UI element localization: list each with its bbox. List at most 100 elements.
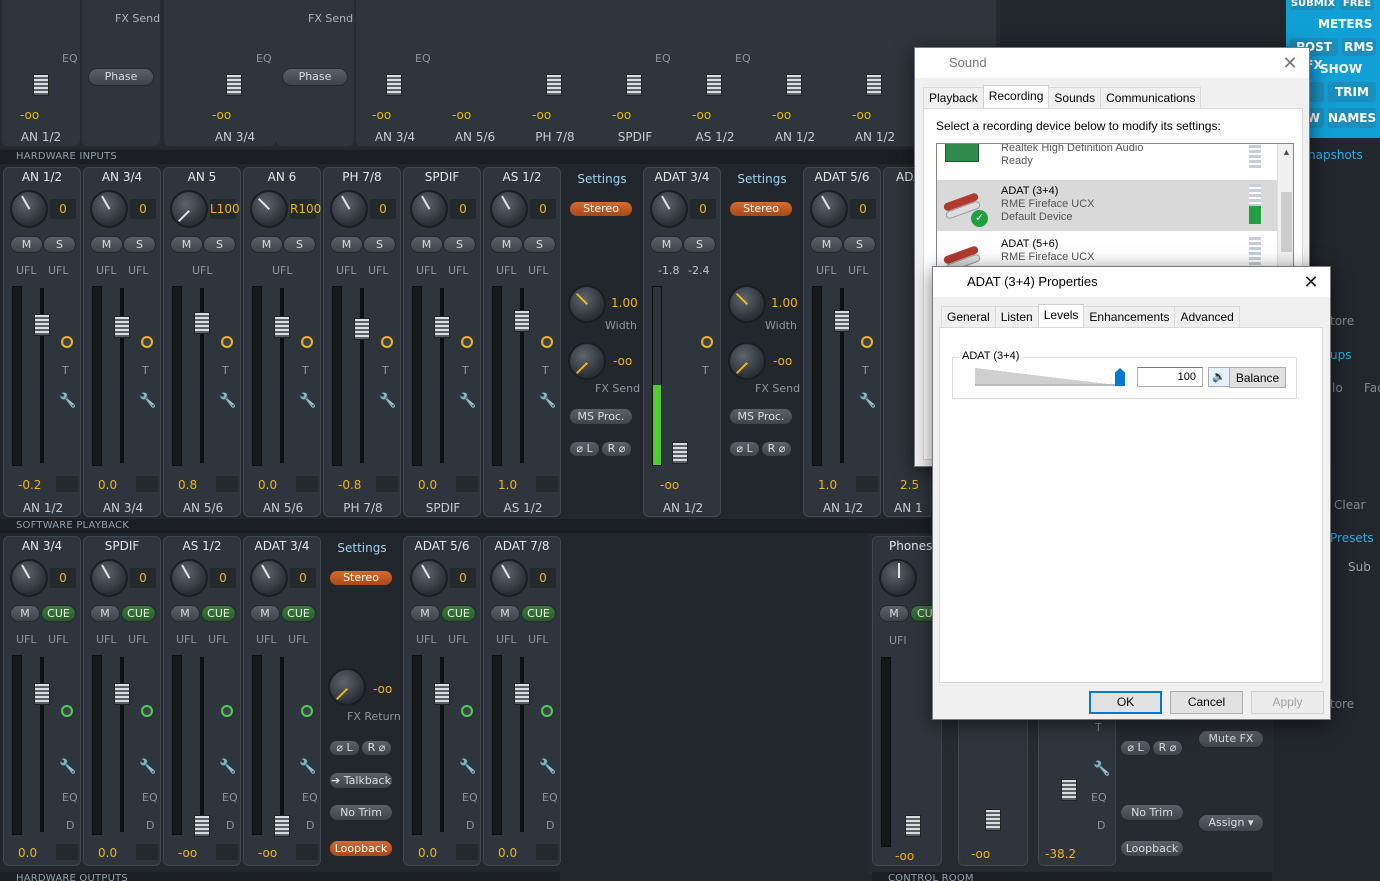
- t-label[interactable]: T: [302, 364, 309, 377]
- wrench-icon[interactable]: 🔧: [459, 393, 476, 409]
- solo-button[interactable]: S: [443, 236, 476, 253]
- solo-button[interactable]: S: [683, 236, 716, 253]
- fader[interactable]: [546, 74, 562, 96]
- ms-proc-button[interactable]: MS Proc.: [569, 408, 633, 425]
- ufl-label[interactable]: UFL: [208, 633, 229, 646]
- fader[interactable]: [706, 74, 722, 96]
- device-item-selected[interactable]: ✓ ADAT (3+4) RME Fireface UCX Default De…: [937, 180, 1277, 231]
- mute-button[interactable]: M: [879, 605, 909, 622]
- pan-knob[interactable]: [10, 190, 48, 228]
- pan-knob[interactable]: [90, 559, 128, 597]
- fader[interactable]: [866, 74, 882, 96]
- eq-label[interactable]: EQ: [1091, 791, 1107, 804]
- fader[interactable]: [1061, 779, 1077, 801]
- ufl-label[interactable]: UFL: [192, 264, 213, 277]
- fader[interactable]: [194, 312, 210, 334]
- dial-left-icon[interactable]: [296, 476, 318, 492]
- eq-label[interactable]: EQ: [62, 791, 78, 804]
- level-slider[interactable]: [975, 366, 1125, 388]
- wrench-icon[interactable]: 🔧: [139, 393, 156, 409]
- wrench-icon[interactable]: 🔧: [59, 759, 76, 775]
- gain-knob[interactable]: [61, 336, 73, 348]
- settings-title[interactable]: Settings: [563, 172, 641, 186]
- dial-left-icon[interactable]: [536, 844, 558, 860]
- phase-left-button[interactable]: ⌀ L: [329, 740, 360, 756]
- cue-button[interactable]: CUE: [201, 605, 236, 622]
- pan-knob[interactable]: [170, 190, 208, 228]
- wrench-icon[interactable]: 🔧: [219, 759, 236, 775]
- wrench-icon[interactable]: 🔧: [1093, 761, 1110, 777]
- mute-button[interactable]: M: [490, 236, 523, 253]
- tab-advanced[interactable]: Advanced: [1174, 306, 1240, 327]
- solo-button[interactable]: S: [523, 236, 556, 253]
- wrench-icon[interactable]: 🔧: [139, 759, 156, 775]
- solo-button[interactable]: S: [363, 236, 396, 253]
- dial-left-icon[interactable]: [216, 844, 238, 860]
- ufl-label[interactable]: UFL: [528, 264, 549, 277]
- phase-left-button[interactable]: ⌀ L: [1120, 740, 1151, 756]
- eq-label[interactable]: EQ: [542, 791, 558, 804]
- speaker-icon[interactable]: 🔉: [1208, 367, 1230, 387]
- dial-left-icon[interactable]: [56, 476, 78, 492]
- no-trim-button[interactable]: No Trim: [329, 804, 393, 821]
- ufl-label[interactable]: UFL: [496, 264, 517, 277]
- gain-knob[interactable]: [701, 336, 713, 348]
- ok-button[interactable]: OK: [1089, 691, 1162, 714]
- dial-left-icon[interactable]: [856, 476, 878, 492]
- submix-button[interactable]: SUBMIX: [1290, 0, 1336, 10]
- gain-knob[interactable]: [461, 705, 473, 717]
- eq-label[interactable]: EQ: [302, 791, 318, 804]
- stereo-button[interactable]: Stereo: [329, 570, 393, 586]
- pan-knob[interactable]: [250, 190, 288, 228]
- close-icon[interactable]: ✕: [1277, 50, 1303, 76]
- pan-knob[interactable]: [250, 559, 288, 597]
- scroll-thumb[interactable]: [1281, 192, 1292, 252]
- ufl-label[interactable]: UFI: [889, 634, 907, 647]
- clear-button[interactable]: Clear: [1334, 498, 1365, 512]
- mute-button[interactable]: M: [170, 236, 203, 253]
- d-label[interactable]: D: [1097, 819, 1105, 832]
- fader[interactable]: [34, 683, 50, 705]
- store-button[interactable]: tore: [1330, 697, 1354, 711]
- pan-knob[interactable]: [490, 559, 528, 597]
- gain-knob[interactable]: [61, 705, 73, 717]
- apply-button[interactable]: Apply: [1251, 691, 1324, 714]
- wrench-icon[interactable]: 🔧: [299, 393, 316, 409]
- gain-knob[interactable]: [461, 336, 473, 348]
- fader[interactable]: [114, 683, 130, 705]
- close-icon[interactable]: ✕: [1298, 269, 1324, 295]
- ufl-label[interactable]: UFL: [448, 633, 469, 646]
- wrench-icon[interactable]: 🔧: [859, 393, 876, 409]
- fx-send-knob[interactable]: [568, 342, 606, 380]
- cue-button[interactable]: CUE: [441, 605, 476, 622]
- mute-button[interactable]: M: [330, 236, 363, 253]
- ufl-label[interactable]: UFL: [128, 264, 149, 277]
- mute-button[interactable]: M: [810, 236, 843, 253]
- gain-knob[interactable]: [141, 705, 153, 717]
- scroll-up-icon[interactable]: ▲: [1278, 144, 1293, 161]
- gain-knob[interactable]: [861, 336, 873, 348]
- fx-return-knob[interactable]: [328, 668, 366, 706]
- t-label[interactable]: T: [382, 364, 389, 377]
- eq-label[interactable]: EQ: [142, 791, 158, 804]
- ufl-label[interactable]: UFL: [256, 633, 277, 646]
- gain-knob[interactable]: [301, 336, 313, 348]
- ufl-label[interactable]: UFL: [272, 264, 293, 277]
- cue-button[interactable]: CUE: [281, 605, 316, 622]
- eq-label[interactable]: EQ: [62, 52, 78, 65]
- phase-button[interactable]: Phase: [282, 68, 348, 86]
- ufl-label[interactable]: UFL: [848, 264, 869, 277]
- d-label[interactable]: D: [226, 819, 234, 832]
- fader[interactable]: [672, 442, 688, 464]
- fader[interactable]: [386, 74, 402, 96]
- mute-button[interactable]: M: [490, 605, 520, 622]
- ufl-label[interactable]: UFL: [96, 633, 117, 646]
- fader[interactable]: [786, 74, 802, 96]
- gain-knob[interactable]: [541, 705, 553, 717]
- t-label[interactable]: T: [702, 364, 709, 377]
- pan-knob[interactable]: [10, 559, 48, 597]
- cue-button[interactable]: CUE: [521, 605, 556, 622]
- wrench-icon[interactable]: 🔧: [219, 393, 236, 409]
- gain-knob[interactable]: [381, 336, 393, 348]
- d-label[interactable]: D: [466, 819, 474, 832]
